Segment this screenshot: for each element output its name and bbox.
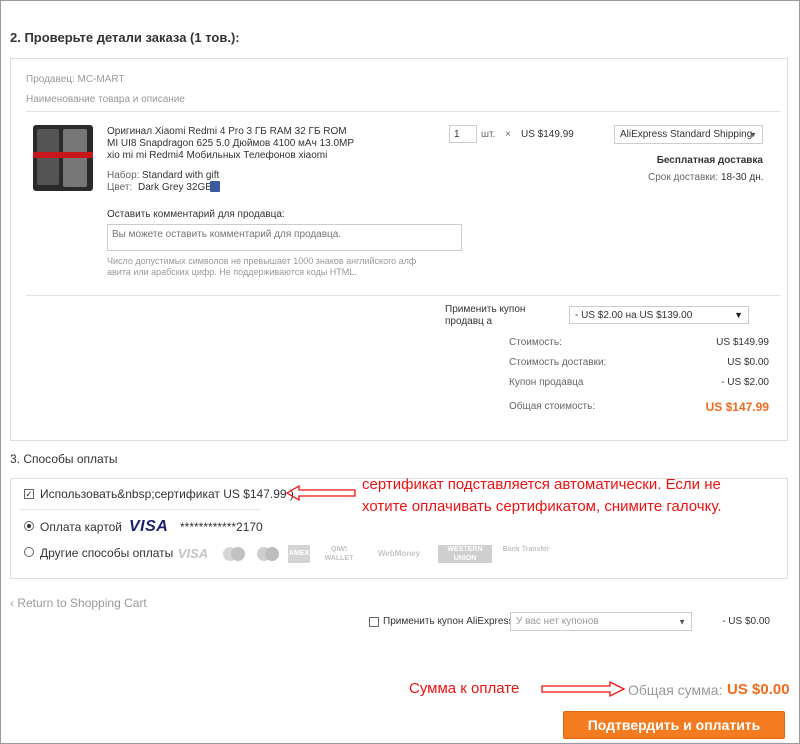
set-value: Standard with gift — [142, 170, 220, 181]
western-union-logo-icon: WESTERN UNION — [438, 545, 492, 563]
product-title[interactable]: Оригинал Xiaomi Redmi 4 Pro 3 ГБ RAM 32 … — [107, 126, 357, 162]
shipping-method-select[interactable]: AliExpress Standard Shipping ▼ — [614, 125, 763, 144]
cost-label: Стоимость: — [509, 337, 562, 348]
delivery-label: Срок доставки: — [648, 172, 718, 183]
grand-total-label: Общая сумма: — [628, 682, 723, 698]
ae-coupon-select[interactable]: У вас нет купонов ▼ — [510, 612, 692, 631]
maestro-logo-icon — [220, 545, 248, 563]
divider — [26, 111, 781, 112]
color-swatch-icon — [210, 181, 220, 192]
color-label: Цвет: — [107, 182, 133, 193]
cost-value: US $149.99 — [716, 337, 769, 348]
certificate-annotation: сертификат подставляется автоматически. … — [362, 476, 722, 515]
color-value: Dark Grey 32GB — [138, 182, 212, 193]
total-value: US $147.99 — [705, 400, 769, 414]
shipping-cost-value: US $0.00 — [727, 357, 769, 368]
product-image[interactable] — [33, 125, 93, 191]
return-to-cart-link[interactable]: ‹ Return to Shopping Cart — [10, 596, 147, 610]
visa-icon: VISA — [129, 518, 169, 535]
seller-coupon-label: Применить купон продавц а — [445, 304, 526, 327]
total-label: Общая стоимость: — [509, 401, 596, 412]
other-payment-radio[interactable] — [24, 547, 34, 557]
product-header: Наименование товара и описание — [26, 94, 185, 105]
comment-hint: Число допустимых символов не превышает 1… — [107, 256, 417, 277]
seller-coupon-summary-value: - US $2.00 — [721, 377, 769, 388]
order-details-title: 2. Проверьте детали заказа (1 тов.): — [10, 30, 240, 45]
card-number: ************2170 — [180, 520, 263, 534]
ae-coupon-label: Применить купон AliExpress: — [383, 616, 517, 627]
comment-label: Оставить комментарий для продавца: — [107, 209, 285, 220]
divider — [20, 509, 260, 510]
comment-input[interactable] — [107, 224, 462, 251]
ae-coupon-checkbox[interactable] — [369, 617, 379, 627]
seller-coupon-value: - US $2.00 на US $139.00 — [575, 310, 693, 321]
quantity-input[interactable] — [449, 125, 477, 143]
seller-coupon-summary-label: Купон продавца — [509, 377, 584, 388]
arrow-left-icon — [285, 484, 356, 502]
ae-coupon-value: - US $0.00 — [722, 616, 770, 627]
chevron-down-icon: ▼ — [678, 617, 686, 626]
ae-coupon-placeholder: У вас нет купонов — [516, 616, 599, 627]
set-label: Набор: — [107, 170, 140, 181]
chevron-down-icon: ▼ — [734, 310, 743, 320]
amex-logo-icon: AMEX — [288, 545, 310, 563]
arrow-right-icon — [541, 680, 626, 698]
quantity-unit: шт. — [481, 129, 496, 140]
visa-logo-icon: VISA — [177, 546, 209, 561]
shipping-cost-label: Стоимость доставки: — [509, 357, 607, 368]
sum-annotation: Сумма к оплате — [409, 680, 520, 697]
webmoney-logo-icon: WebMoney — [377, 549, 421, 558]
shipping-method-value: AliExpress Standard Shipping — [620, 129, 753, 140]
qiwi-logo-icon: QIWI WALLET — [324, 546, 354, 562]
unit-price: US $149.99 — [521, 129, 574, 140]
card-payment-radio[interactable] — [24, 521, 34, 531]
delivery-value: 18-30 дн. — [721, 172, 764, 183]
seller-coupon-select[interactable]: - US $2.00 на US $139.00 ▼ — [569, 306, 749, 324]
certificate-label[interactable]: Использовать&nbsp;сертификат US $147.99 … — [40, 487, 294, 501]
chevron-down-icon: ▼ — [749, 130, 757, 139]
divider — [26, 295, 781, 296]
other-payment-label[interactable]: Другие способы оплаты — [40, 546, 173, 560]
mastercard-logo-icon — [254, 545, 282, 563]
times-sign: × — [505, 129, 511, 140]
free-shipping-label: Бесплатная доставка — [656, 155, 763, 166]
card-payment-label[interactable]: Оплата картой — [40, 520, 122, 534]
seller-label: Продавец: MC-MART — [26, 74, 125, 85]
bank-transfer-logo-icon: Bank Transfer — [502, 546, 550, 553]
confirm-and-pay-button[interactable]: Подтвердить и оплатить — [563, 711, 785, 739]
grand-total-value: US $0.00 — [727, 681, 790, 698]
payment-title: 3. Способы оплаты — [10, 452, 118, 466]
certificate-checkbox[interactable]: ✓ — [24, 489, 34, 499]
